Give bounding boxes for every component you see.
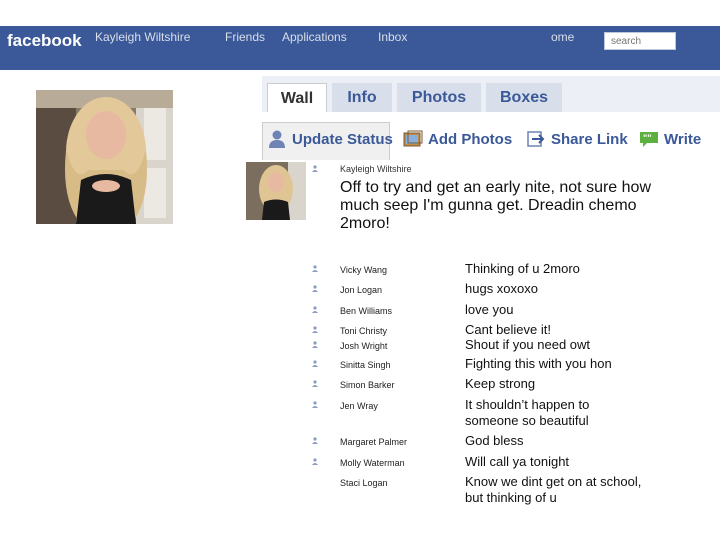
comment-author[interactable]: Jen Wray: [340, 401, 378, 411]
tab-info[interactable]: Info: [332, 83, 392, 112]
add-photos-button[interactable]: Add Photos: [403, 130, 512, 148]
comment-author[interactable]: Simon Barker: [340, 380, 395, 390]
comment-text: Shout if you need owt: [465, 337, 591, 352]
comment-bullet-icon: [312, 306, 318, 313]
comment-author[interactable]: Toni Christy: [340, 326, 387, 336]
svg-text:"": "": [643, 133, 652, 143]
nav-friends[interactable]: Friends: [225, 30, 265, 44]
post-author-name[interactable]: Kayleigh Wiltshire: [340, 164, 412, 174]
share-link-button[interactable]: Share Link: [526, 130, 628, 148]
comment-text: Fighting this with you hon: [465, 356, 612, 371]
nav-home[interactable]: ome: [551, 30, 574, 44]
comment-author[interactable]: Margaret Palmer: [340, 437, 407, 447]
speech-bubble-icon: "": [639, 130, 659, 148]
profile-picture[interactable]: [36, 90, 173, 224]
comment-text: God bless: [465, 433, 524, 448]
comment-text: Cant believe it!: [465, 322, 551, 337]
comment-bullet-icon: [312, 265, 318, 272]
comment-text: love you: [465, 302, 514, 317]
post-author-avatar[interactable]: [246, 162, 306, 220]
photo-icon: [403, 130, 423, 148]
comment-author[interactable]: Molly Waterman: [340, 458, 405, 468]
comment-bullet-icon: [312, 437, 318, 444]
comment-bullet-icon: [312, 458, 318, 465]
comment-text: Know we dint get on at school, but think…: [465, 474, 642, 505]
comment-bullet-icon: [312, 285, 318, 292]
comment-bullet-icon: [312, 326, 318, 333]
comment-bullet-icon: [312, 341, 318, 348]
post-text: Off to try and get an early nite, not su…: [340, 179, 651, 232]
tab-photos[interactable]: Photos: [397, 83, 481, 112]
update-status-button[interactable]: Update Status: [267, 130, 393, 148]
comment-bullet-icon: [312, 380, 318, 387]
tab-wall[interactable]: Wall: [267, 83, 327, 112]
nav-inbox[interactable]: Inbox: [378, 30, 407, 44]
write-label: Write: [664, 130, 702, 148]
tab-boxes[interactable]: Boxes: [486, 83, 562, 112]
share-link-icon: [526, 130, 546, 148]
share-link-label: Share Link: [551, 130, 628, 148]
post-bullet-icon: [312, 165, 318, 172]
comment-author[interactable]: Staci Logan: [340, 478, 388, 488]
comment-bullet-icon: [312, 401, 318, 408]
person-icon: [267, 130, 287, 148]
comment-text: It shouldn’t happen to someone so beauti…: [465, 397, 590, 428]
comment-author[interactable]: Josh Wright: [340, 341, 387, 351]
profile-name-link[interactable]: Kayleigh Wiltshire: [95, 30, 190, 44]
comment-author[interactable]: Ben Williams: [340, 306, 392, 316]
nav-applications[interactable]: Applications: [282, 30, 347, 44]
add-photos-label: Add Photos: [428, 130, 513, 148]
comment-text: Keep strong: [465, 376, 536, 391]
comment-bullet-icon: [312, 360, 318, 367]
comment-author[interactable]: Vicky Wang: [340, 265, 387, 275]
comment-text: hugs xoxoxo: [465, 281, 538, 296]
comment-text: Thinking of u 2moro: [465, 261, 580, 276]
comment-author[interactable]: Sinitta Singh: [340, 360, 391, 370]
write-button[interactable]: "" Write: [639, 130, 701, 148]
facebook-logo[interactable]: facebook: [7, 31, 82, 51]
update-status-label: Update Status: [292, 130, 393, 148]
comment-author[interactable]: Jon Logan: [340, 285, 382, 295]
comment-text: Will call ya tonight: [465, 454, 570, 469]
top-navigation-bar: facebook Kayleigh Wiltshire Friends Appl…: [0, 26, 720, 70]
search-input[interactable]: [604, 32, 676, 50]
